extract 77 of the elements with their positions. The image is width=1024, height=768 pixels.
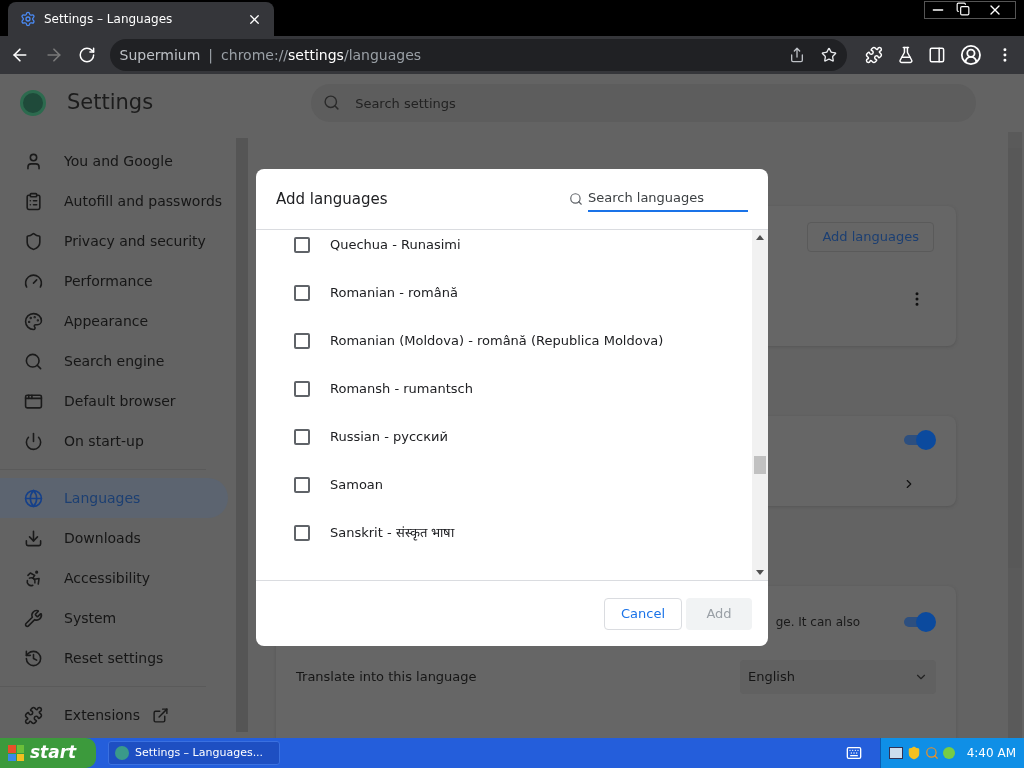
taskbar-button[interactable]: Settings – Languages... — [108, 741, 280, 765]
toggle-switch[interactable] — [902, 430, 936, 450]
description-text: ge. It can also — [775, 614, 860, 631]
sidebar-item[interactable]: Default browser — [0, 381, 228, 421]
checkbox[interactable] — [294, 237, 310, 253]
search-field[interactable]: Search languages — [588, 186, 748, 212]
checkbox[interactable] — [294, 333, 310, 349]
star-icon[interactable] — [820, 47, 837, 63]
search-icon — [24, 351, 43, 371]
clock: 4:40 AM — [966, 745, 1016, 762]
shield-icon — [24, 231, 43, 251]
sidebar-item[interactable]: System — [0, 598, 228, 638]
language-label: Romanian - română — [330, 284, 458, 303]
gear-icon — [20, 11, 36, 27]
gauge-icon — [24, 271, 43, 291]
avatar-icon[interactable] — [960, 44, 983, 66]
sidebar-item[interactable]: Languages — [0, 478, 228, 518]
person-figure-icon — [24, 568, 43, 588]
checkbox[interactable] — [294, 477, 310, 493]
language-label: Russian - русский — [330, 428, 448, 447]
checkbox[interactable] — [294, 381, 310, 397]
add-languages-button[interactable]: Add languages — [807, 222, 934, 252]
browser-logo-icon — [115, 746, 129, 760]
search-icon — [323, 94, 341, 111]
dialog-title: Add languages — [276, 188, 389, 210]
checkbox[interactable] — [294, 525, 310, 541]
share-icon[interactable] — [788, 47, 805, 63]
sidebar-item[interactable]: On start-up — [0, 421, 228, 461]
puzzle-icon — [24, 705, 43, 725]
logo-icon — [20, 90, 46, 116]
puzzle-icon[interactable] — [864, 46, 883, 64]
sidebar-item[interactable]: Extensions — [0, 695, 236, 735]
browser-window-icon — [24, 391, 43, 411]
language-dropdown[interactable]: English — [740, 660, 936, 694]
clipboard-icon — [24, 191, 43, 211]
language-label: Sanskrit - संस्कृत भाषा — [330, 524, 454, 543]
person-icon — [24, 151, 43, 171]
setting-label: Translate into this language — [296, 668, 478, 687]
language-label: Romanian (Moldova) - română (Republica Moldova) — [330, 332, 664, 351]
sidebar-item[interactable]: Appearance — [0, 301, 228, 341]
external-link-icon — [152, 706, 170, 724]
language-label: Samoan — [330, 476, 384, 495]
scrollbar[interactable] — [1008, 132, 1022, 738]
sidebar-item[interactable]: Downloads — [0, 518, 228, 558]
toggle-switch[interactable] — [902, 612, 936, 632]
sidebar-item[interactable]: You and Google — [0, 141, 228, 181]
reload-icon[interactable] — [77, 46, 96, 64]
scrollbar[interactable] — [752, 230, 768, 580]
language-label: Quechua - Runasimi — [330, 236, 461, 255]
side-panel-icon[interactable] — [928, 46, 947, 64]
sidebar-item[interactable]: Reset settings — [0, 638, 228, 678]
sidebar-item[interactable]: Performance — [0, 261, 228, 301]
history-icon — [24, 648, 43, 668]
checkbox[interactable] — [294, 285, 310, 301]
cancel-button[interactable]: Cancel — [603, 597, 682, 630]
sidebar-item[interactable]: Search engine — [0, 341, 228, 381]
page-title: Settings — [67, 89, 154, 117]
sidebar-item[interactable]: Accessibility — [0, 558, 228, 598]
globe-icon — [24, 488, 43, 508]
windows-logo-icon — [8, 745, 24, 761]
browser-tab[interactable]: Settings – Languages — [8, 2, 274, 36]
network-icon[interactable] — [888, 747, 903, 759]
power-icon — [24, 431, 43, 451]
sidebar-item[interactable]: Autofill and passwords — [0, 181, 228, 221]
start-button[interactable]: start — [0, 738, 96, 768]
palette-icon — [24, 311, 43, 331]
checkbox[interactable] — [294, 429, 310, 445]
keyboard-icon[interactable] — [845, 745, 862, 761]
flask-icon[interactable] — [896, 46, 915, 64]
sidebar-item[interactable]: Privacy and security — [0, 221, 228, 261]
search-icon — [569, 192, 583, 206]
language-label: Romansh - rumantsch — [330, 380, 473, 399]
address-bar[interactable]: Supermium | chrome://settings/languages — [109, 39, 847, 71]
search-field[interactable]: Search settings — [311, 84, 977, 122]
download-icon — [24, 528, 43, 548]
restore-icon[interactable] — [956, 2, 970, 16]
wrench-icon — [24, 608, 43, 628]
